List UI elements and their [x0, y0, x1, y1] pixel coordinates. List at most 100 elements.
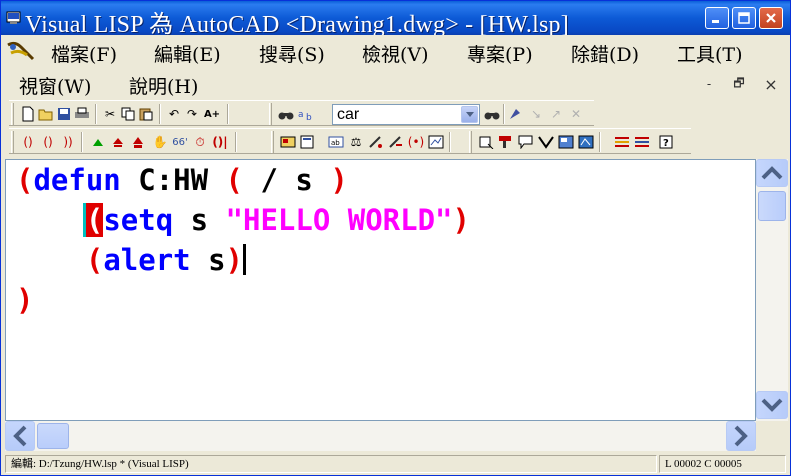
quit-icon[interactable] [109, 133, 127, 151]
app-icon [6, 11, 21, 24]
parentheses-match-icon[interactable]: (•) [407, 133, 425, 151]
menu-help[interactable]: 說明(H) [129, 72, 198, 99]
paren-token: ) [330, 163, 348, 197]
menu-search[interactable]: 搜尋(S) [259, 40, 325, 67]
scroll-right-button[interactable] [726, 421, 756, 451]
reset-icon[interactable] [129, 133, 147, 151]
print-icon[interactable] [73, 105, 91, 123]
format-selection-icon[interactable] [367, 133, 385, 151]
toggle-bookmark-icon[interactable] [507, 105, 525, 123]
scroll-down-button[interactable] [756, 391, 788, 419]
mdi-restore-button[interactable]: 🗗 [728, 73, 750, 95]
menu-file[interactable]: 檔案(F) [51, 40, 117, 67]
visual-lisp-window: Visual LISP 為 AutoCAD <Drawing1.dwg> - [… [0, 0, 791, 476]
continue-icon[interactable] [89, 133, 107, 151]
step-into-icon[interactable]: () [19, 133, 37, 151]
cut-icon[interactable]: ✂ [101, 105, 119, 123]
step-out-icon[interactable]: )) [59, 133, 77, 151]
chevron-down-icon [465, 111, 474, 117]
svg-text:?: ? [663, 138, 669, 149]
toolbar-grip[interactable] [469, 131, 472, 153]
next-bookmark-icon[interactable]: ↘ [527, 105, 545, 123]
code-line: (alert s) [16, 240, 247, 280]
save-icon[interactable] [55, 105, 73, 123]
search-dropdown-button[interactable] [461, 106, 478, 123]
vertical-scroll-thumb[interactable] [758, 191, 786, 221]
watch-window-icon[interactable] [477, 133, 495, 151]
redo-icon[interactable]: ↷ [183, 105, 201, 123]
symbol-service-icon[interactable] [517, 133, 535, 151]
toolbar-separator [159, 104, 161, 124]
paren-token: ( [85, 243, 104, 277]
horizontal-scrollbar[interactable] [5, 421, 756, 451]
previous-bookmark-icon[interactable]: ↗ [547, 105, 565, 123]
scroll-left-button[interactable] [5, 421, 35, 451]
toolbar-grip[interactable] [271, 131, 274, 153]
symbol-token [16, 243, 86, 277]
menu-project[interactable]: 專案(P) [467, 40, 533, 67]
toolbar-grip[interactable] [11, 103, 14, 125]
toolbar-separator [81, 132, 83, 152]
load-active-edit-window-icon[interactable] [299, 133, 317, 151]
maximize-icon [738, 12, 750, 24]
menu-view[interactable]: 檢視(V) [362, 40, 429, 67]
menu-edit[interactable]: 編輯(E) [154, 40, 221, 67]
svg-text:a: a [298, 110, 304, 120]
console-icon[interactable] [613, 133, 631, 151]
symbol-token [16, 203, 86, 237]
menu-tools[interactable]: 工具(T) [677, 40, 743, 67]
mdi-close-button[interactable]: × [760, 73, 782, 95]
inspect-icon[interactable] [427, 133, 445, 151]
trace-stack-icon[interactable] [497, 133, 515, 151]
close-button[interactable] [759, 7, 783, 29]
complete-word-icon[interactable]: A+ [203, 105, 221, 123]
scroll-up-button[interactable] [756, 159, 788, 187]
minimize-button[interactable] [705, 7, 729, 29]
toggle-breakpoint-icon[interactable]: ✋ [151, 133, 169, 151]
step-over-icon[interactable]: () [39, 133, 57, 151]
maximize-button[interactable] [732, 7, 756, 29]
vertical-scrollbar[interactable] [756, 159, 788, 421]
status-cursor-position: L 00002 C 00005 [659, 455, 786, 473]
clear-bookmarks-icon[interactable]: ✕ [567, 105, 585, 123]
activate-autocad-icon[interactable] [279, 133, 297, 151]
paste-icon[interactable] [137, 105, 155, 123]
menu-debug[interactable]: 除錯(D) [571, 40, 639, 67]
symbol-token: s [173, 203, 226, 237]
help-icon[interactable]: ? [657, 133, 675, 151]
format-edit-window-icon[interactable]: ⚖ [347, 133, 365, 151]
menu-window[interactable]: 視窗(W) [19, 72, 91, 99]
chevron-down-icon [761, 398, 783, 412]
comment-block-icon[interactable] [387, 133, 405, 151]
toolbar-separator [449, 132, 451, 152]
horizontal-scroll-thumb[interactable] [37, 423, 69, 449]
replace-icon[interactable]: ab [297, 105, 315, 123]
mdi-minimize-button[interactable]: - [698, 73, 720, 95]
open-file-icon[interactable] [37, 105, 55, 123]
status-bar: 編輯: D:/Tzung/HW.lsp * (Visual LISP) L 00… [1, 453, 790, 475]
svg-text:ab: ab [331, 139, 340, 147]
last-break-icon[interactable]: ⏱ [191, 133, 209, 151]
trace-log-icon[interactable] [633, 133, 651, 151]
toolbar-grip[interactable] [269, 103, 272, 125]
toolbar-grip[interactable] [11, 131, 14, 153]
paren-token: ( [16, 163, 34, 197]
new-file-icon[interactable] [19, 105, 37, 123]
chevron-right-icon [734, 425, 748, 447]
check-text-icon[interactable]: ab [327, 133, 345, 151]
apropos-icon[interactable] [537, 133, 555, 151]
add-watch-icon[interactable]: 66' [171, 133, 189, 151]
paren-token: ) [16, 283, 34, 317]
code-editor[interactable]: (defun C:HW ( / s ) (setq s "HELLO WORLD… [5, 159, 756, 421]
project-icon[interactable] [577, 133, 595, 151]
find-icon[interactable] [277, 105, 295, 123]
copy-icon[interactable] [119, 105, 137, 123]
visual-lisp-logo-icon[interactable] [5, 39, 39, 63]
break-on-error-icon[interactable]: ()| [211, 133, 229, 151]
code-line: (defun C:HW ( / s ) [16, 160, 348, 200]
inspect-window-icon[interactable] [557, 133, 575, 151]
title-bar[interactable]: Visual LISP 為 AutoCAD <Drawing1.dwg> - [… [1, 1, 790, 38]
search-go-icon[interactable] [483, 105, 501, 123]
search-input[interactable]: car [332, 104, 480, 125]
undo-icon[interactable]: ↶ [165, 105, 183, 123]
